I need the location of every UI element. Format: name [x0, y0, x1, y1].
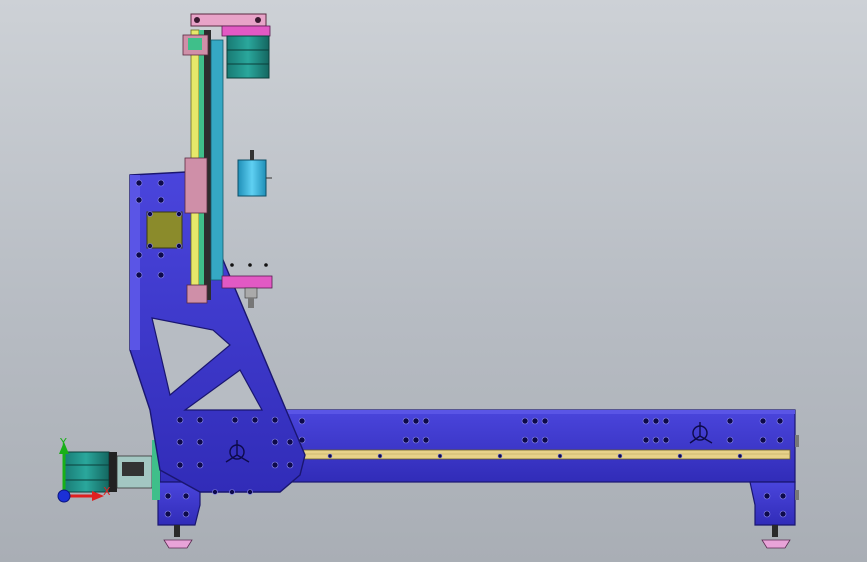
z-axis-motor [221, 25, 271, 79]
cnc-router-model[interactable] [0, 0, 867, 562]
y-axis-label: Y [60, 436, 67, 449]
coordinate-triad [57, 442, 104, 503]
left-leg [157, 481, 201, 549]
origin-sphere-icon [57, 489, 71, 503]
x-axis-label: X [103, 485, 111, 498]
spindle-motor [237, 150, 272, 197]
y-axis-arrow-icon [59, 442, 69, 496]
cad-viewport[interactable]: X Y [0, 0, 867, 562]
z-top-plate [190, 13, 267, 27]
